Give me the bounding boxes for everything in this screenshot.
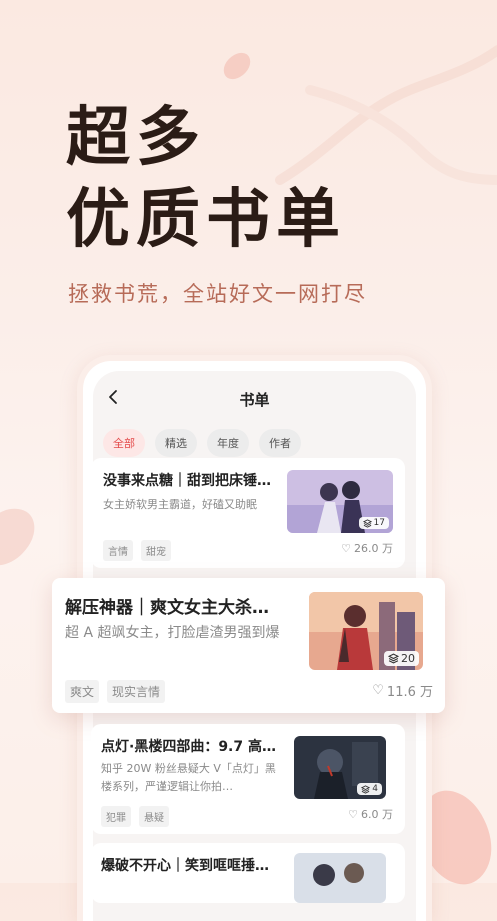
likes-value: 11.6 万 xyxy=(386,685,433,700)
heart-icon: ♡ xyxy=(372,683,384,698)
petal-decoration xyxy=(0,497,43,577)
tab-author[interactable]: 作者 xyxy=(259,429,301,457)
heart-icon: ♡ xyxy=(341,541,351,555)
card-title: 爆破不开心｜笑到哐哐捶… xyxy=(101,858,269,874)
tab-yearly[interactable]: 年度 xyxy=(207,429,249,457)
heart-icon: ♡ xyxy=(348,807,358,821)
likes: ♡ 11.6 万 xyxy=(372,681,433,700)
tag[interactable]: 现实言情 xyxy=(107,680,166,703)
card-title: 点灯·黑楼四部曲：9.7 高… xyxy=(101,739,276,755)
card-desc: 女主娇软男主霸道，好磕又助眠 xyxy=(103,498,257,511)
card-desc: 知乎 20W 粉丝悬疑大 V「点灯」黑楼系列，严谨逻辑让你拍… xyxy=(101,762,276,793)
count-badge: 20 xyxy=(384,651,419,666)
tag[interactable]: 爽文 xyxy=(65,680,100,703)
card-desc: 超 A 超飒女主，打脸虐渣男强到爆 xyxy=(65,625,280,641)
tag[interactable]: 犯罪 xyxy=(101,806,131,827)
count-value: 4 xyxy=(372,784,378,794)
count-badge: 17 xyxy=(358,517,389,529)
likes: ♡ 26.0 万 xyxy=(341,540,393,556)
filter-tabs: 全部 精选 年度 作者 xyxy=(103,429,301,457)
card-tags: 爽文 现实言情 xyxy=(65,680,166,703)
hero-line-2: 优质书单 xyxy=(66,183,346,257)
card-title: 解压神器｜爽文女主大杀… xyxy=(65,598,269,618)
likes: ♡ 6.0 万 xyxy=(348,806,393,822)
booklist-card[interactable]: 点灯·黑楼四部曲：9.7 高… 知乎 20W 粉丝悬疑大 V「点灯」黑楼系列，严… xyxy=(91,724,405,834)
likes-value: 6.0 万 xyxy=(361,808,393,821)
tag[interactable]: 悬疑 xyxy=(139,806,169,827)
booklist-card-featured[interactable]: 解压神器｜爽文女主大杀… 超 A 超飒女主，打脸虐渣男强到爆 爽文 现实言情 2… xyxy=(52,578,445,713)
count-badge: 4 xyxy=(357,783,382,795)
cover-image: 17 xyxy=(287,470,393,533)
tag[interactable]: 甜宠 xyxy=(141,540,171,561)
cover-image: 4 xyxy=(294,736,386,799)
tab-featured[interactable]: 精选 xyxy=(155,429,197,457)
layers-icon xyxy=(361,784,371,794)
count-value: 17 xyxy=(373,518,385,528)
hero-subtitle: 拯救书荒，全站好文一网打尽 xyxy=(68,282,367,306)
card-title: 没事来点糖｜甜到把床锤… xyxy=(103,473,271,489)
tag[interactable]: 言情 xyxy=(103,540,133,561)
page-title: 书单 xyxy=(239,391,270,409)
likes-value: 26.0 万 xyxy=(354,542,393,555)
card-tags: 犯罪 悬疑 xyxy=(101,806,169,827)
layers-icon xyxy=(388,653,399,664)
layers-icon xyxy=(362,518,372,528)
booklist-card[interactable]: 爆破不开心｜笑到哐哐捶… xyxy=(91,843,405,903)
cover-image xyxy=(294,853,386,903)
count-value: 20 xyxy=(401,652,415,665)
card-tags: 言情 甜宠 xyxy=(103,540,171,561)
petal-decoration xyxy=(218,48,256,84)
tab-all[interactable]: 全部 xyxy=(103,429,145,457)
cover-image: 20 xyxy=(309,592,423,670)
hero-line-1: 超多 xyxy=(66,101,206,175)
hero-headline: 超多 优质书单 xyxy=(66,100,346,258)
booklist-card[interactable]: 没事来点糖｜甜到把床锤… 女主娇软男主霸道，好磕又助眠 言情 甜宠 17 ♡ 2… xyxy=(91,458,405,568)
